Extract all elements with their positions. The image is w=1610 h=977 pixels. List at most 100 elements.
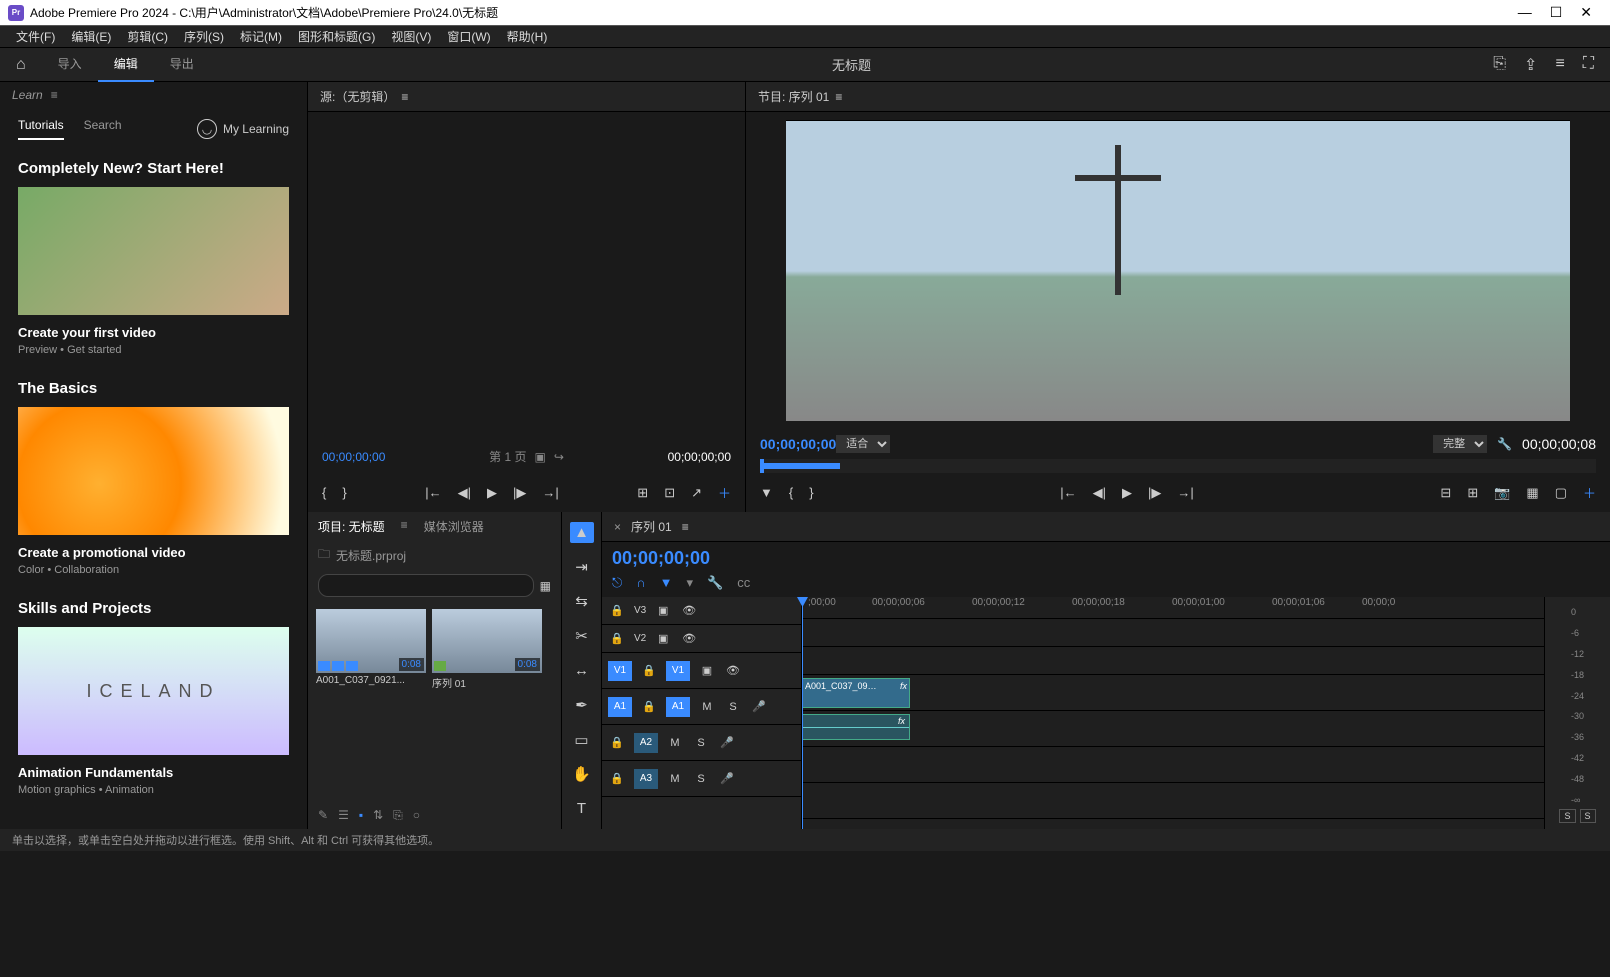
find-icon[interactable]: ○ bbox=[413, 808, 420, 823]
source-tc-out[interactable]: 00;00;00;00 bbox=[668, 450, 731, 464]
workspace-export[interactable]: 导出 bbox=[154, 47, 210, 82]
goto-in-icon[interactable]: |← bbox=[425, 485, 441, 500]
eye-icon[interactable]: 👁 bbox=[680, 630, 698, 648]
home-icon[interactable]: ⌂ bbox=[0, 56, 42, 74]
menu-markers[interactable]: 标记(M) bbox=[234, 26, 288, 47]
panel-menu-icon[interactable]: ≡ bbox=[835, 90, 842, 104]
source-tc-in[interactable]: 00;00;00;00 bbox=[322, 450, 385, 464]
menu-sequence[interactable]: 序列(S) bbox=[178, 26, 230, 47]
mute-icon[interactable]: M bbox=[698, 698, 716, 716]
voice-icon[interactable]: 🎤 bbox=[750, 698, 768, 716]
project-search-input[interactable] bbox=[318, 574, 534, 597]
add-marker-icon[interactable]: ▼ bbox=[760, 485, 773, 500]
slip-tool-icon[interactable]: ↔ bbox=[570, 660, 594, 681]
learn-thumb-0[interactable] bbox=[18, 187, 289, 315]
lock-icon[interactable]: 🔒 bbox=[608, 734, 626, 752]
lock-icon[interactable]: 🔒 bbox=[640, 662, 658, 680]
goto-in-icon[interactable]: |← bbox=[1060, 485, 1076, 500]
list-view-icon[interactable]: ✎ bbox=[318, 808, 328, 823]
program-scrubber[interactable] bbox=[760, 459, 1596, 473]
mute-icon[interactable]: M bbox=[666, 770, 684, 788]
ripple-edit-tool-icon[interactable]: ⇆ bbox=[570, 591, 594, 612]
lock-icon[interactable]: 🔒 bbox=[608, 602, 626, 620]
tl-cc-icon[interactable]: cc bbox=[737, 575, 750, 591]
menu-window[interactable]: 窗口(W) bbox=[441, 26, 496, 47]
target-track-a2[interactable]: A2 bbox=[634, 733, 658, 753]
insert-icon[interactable]: ▣ bbox=[534, 450, 545, 464]
snap-icon[interactable]: ⎋ bbox=[612, 575, 622, 591]
project-item[interactable]: 0:08 序列 01 bbox=[432, 609, 542, 692]
lock-icon[interactable]: 🔒 bbox=[608, 770, 626, 788]
eye-icon[interactable]: 👁 bbox=[724, 662, 742, 680]
solo-right[interactable]: S bbox=[1580, 809, 1596, 823]
comparison-icon[interactable]: ▦ bbox=[1526, 485, 1538, 501]
automate-icon[interactable]: ⎘ bbox=[393, 808, 403, 823]
target-track-a1[interactable]: A1 bbox=[666, 697, 690, 717]
pen-tool-icon[interactable]: ✒ bbox=[570, 695, 594, 716]
time-ruler[interactable]: ;00;00 00;00;00;06 00;00;00;12 00;00;00;… bbox=[802, 597, 1544, 619]
playhead[interactable] bbox=[802, 597, 803, 829]
goto-out-icon[interactable]: →| bbox=[542, 485, 558, 500]
toggle-output-icon[interactable]: ▣ bbox=[698, 662, 716, 680]
new-bin-icon[interactable]: ▦ bbox=[540, 579, 551, 593]
source-viewer[interactable] bbox=[308, 112, 745, 440]
tl-settings-icon[interactable]: 🔧 bbox=[707, 575, 723, 591]
goto-out-icon[interactable]: →| bbox=[1177, 485, 1193, 500]
menu-view[interactable]: 视图(V) bbox=[385, 26, 437, 47]
tab-project[interactable]: 项目: 无标题 bbox=[318, 518, 385, 535]
my-learning-link[interactable]: ◡ My Learning bbox=[197, 119, 289, 139]
learn-title-1[interactable]: Create a promotional video bbox=[18, 545, 289, 560]
menu-clip[interactable]: 剪辑(C) bbox=[121, 26, 174, 47]
voice-icon[interactable]: 🎤 bbox=[718, 734, 736, 752]
play-icon[interactable]: ▶ bbox=[1122, 485, 1132, 501]
add-button-icon[interactable]: ＋ bbox=[1583, 483, 1596, 502]
quality-select[interactable]: 完整 bbox=[1433, 435, 1487, 453]
bin-icon[interactable]: 🗀 bbox=[318, 545, 330, 566]
mark-in-icon[interactable]: { bbox=[322, 485, 326, 500]
maximize-button[interactable]: ☐ bbox=[1550, 4, 1563, 21]
lock-icon[interactable]: 🔒 bbox=[640, 698, 658, 716]
eye-icon[interactable]: 👁 bbox=[680, 602, 698, 620]
settings-icon[interactable]: 🔧 bbox=[1497, 437, 1512, 451]
mute-icon[interactable]: M bbox=[666, 734, 684, 752]
panel-menu-icon[interactable]: ≡ bbox=[401, 518, 408, 535]
razor-tool-icon[interactable]: ✂ bbox=[570, 626, 594, 647]
overwrite-icon[interactable]: ↪ bbox=[554, 450, 564, 464]
lock-icon[interactable]: 🔒 bbox=[608, 630, 626, 648]
learn-title-2[interactable]: Animation Fundamentals bbox=[18, 765, 289, 780]
source-track-v1[interactable]: V1 bbox=[608, 661, 632, 681]
mark-in-icon[interactable]: { bbox=[789, 485, 793, 500]
track-select-tool-icon[interactable]: ⇥ bbox=[570, 557, 594, 578]
tl-marker-icon[interactable]: ▾ bbox=[687, 575, 694, 591]
step-back-icon[interactable]: ◀| bbox=[1093, 485, 1106, 501]
voice-icon[interactable]: 🎤 bbox=[718, 770, 736, 788]
panel-menu-icon[interactable]: ≡ bbox=[51, 88, 58, 102]
freeform-view-icon[interactable]: ▪ bbox=[359, 808, 363, 823]
solo-icon[interactable]: S bbox=[692, 734, 710, 752]
add-button-icon[interactable]: ＋ bbox=[718, 483, 731, 502]
solo-icon[interactable]: S bbox=[692, 770, 710, 788]
rectangle-tool-icon[interactable]: ▭ bbox=[570, 729, 594, 750]
step-back-icon[interactable]: ◀| bbox=[458, 485, 471, 501]
project-item[interactable]: 0:08 A001_C037_0921... bbox=[316, 609, 426, 692]
hand-tool-icon[interactable]: ✋ bbox=[570, 764, 594, 785]
program-tc-current[interactable]: 00;00;00;00 bbox=[760, 436, 836, 452]
learn-thumb-1[interactable] bbox=[18, 407, 289, 535]
tab-tutorials[interactable]: Tutorials bbox=[18, 118, 64, 140]
quick-export-icon[interactable]: ⎘ bbox=[1493, 55, 1506, 75]
panel-menu-icon[interactable]: ≡ bbox=[401, 90, 408, 104]
sort-icon[interactable]: ⇅ bbox=[373, 808, 383, 823]
timeline-timecode[interactable]: 00;00;00;00 bbox=[612, 548, 710, 569]
source-track-a1[interactable]: A1 bbox=[608, 697, 632, 717]
step-fwd-icon[interactable]: |▶ bbox=[513, 485, 526, 501]
workspace-edit[interactable]: 编辑 bbox=[98, 47, 154, 82]
lift-icon[interactable]: ⊟ bbox=[1440, 485, 1451, 501]
icon-view-icon[interactable]: ☰ bbox=[338, 808, 349, 823]
close-button[interactable]: ✕ bbox=[1580, 4, 1592, 21]
program-viewer[interactable] bbox=[786, 120, 1570, 421]
source-page[interactable]: 第 1 页 bbox=[489, 448, 526, 465]
mark-out-icon[interactable]: } bbox=[809, 485, 813, 500]
add-marker-icon[interactable]: ▼ bbox=[660, 575, 673, 591]
tab-search[interactable]: Search bbox=[84, 118, 122, 140]
export-frame-icon[interactable]: ↗ bbox=[691, 485, 702, 501]
